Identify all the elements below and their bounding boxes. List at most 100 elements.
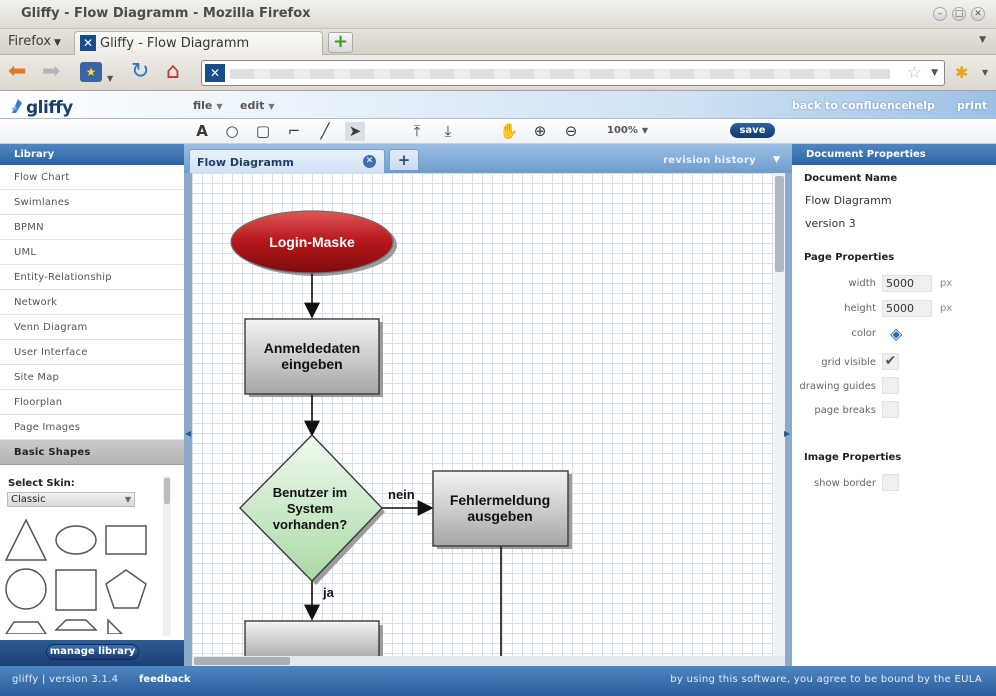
firefox-menu-button[interactable]: Firefox ▼	[8, 34, 61, 49]
show-border-checkbox[interactable]	[882, 474, 899, 491]
library-item-user-interface[interactable]: User Interface	[0, 340, 184, 365]
arrow-shape[interactable]	[107, 618, 124, 634]
minimize-icon[interactable]: –	[933, 7, 947, 21]
text-tool-icon[interactable]: A	[192, 122, 212, 141]
shapes-scrollbar[interactable]	[163, 476, 171, 636]
rectangle-shape[interactable]	[105, 525, 147, 555]
shapes-scrollbar-thumb[interactable]	[164, 478, 170, 504]
forward-arrow-icon[interactable]: ➡	[42, 61, 60, 83]
pan-hand-icon[interactable]: ✋	[499, 122, 519, 141]
save-button[interactable]: save	[730, 123, 775, 138]
library-item-network[interactable]: Network	[0, 290, 184, 315]
close-tab-icon[interactable]: ✕	[363, 155, 376, 168]
close-icon[interactable]: ✕	[971, 7, 985, 21]
addon-bug-icon[interactable]: ✱	[955, 63, 968, 82]
eula-text[interactable]: by using this software, you agree to be …	[670, 674, 982, 685]
zoom-select[interactable]: 100% ▼	[607, 125, 648, 136]
drawing-guides-checkbox[interactable]	[882, 377, 899, 394]
library-item-page-images[interactable]: Page Images	[0, 415, 184, 440]
height-input[interactable]: 5000	[882, 300, 932, 317]
new-tab-button[interactable]: +	[328, 32, 353, 53]
url-bar[interactable]: ✕ ☆ ▼	[201, 60, 945, 86]
reload-icon[interactable]: ↻	[131, 61, 149, 83]
bring-to-front-icon[interactable]: ⤒	[407, 122, 427, 141]
page-properties-label: Page Properties	[804, 252, 895, 263]
url-dropdown-icon[interactable]: ▼	[931, 68, 938, 78]
square-shape[interactable]	[55, 569, 97, 611]
maximize-icon[interactable]: □	[952, 7, 966, 21]
canvas-horizontal-scrollbar-thumb[interactable]	[194, 657, 290, 665]
revision-history-chevron-icon[interactable]: ▼	[773, 155, 780, 165]
manage-library-button[interactable]: manage library	[46, 644, 139, 660]
zoom-in-icon[interactable]: ⊕	[530, 122, 550, 141]
addon-chevron-icon[interactable]: ▼	[982, 68, 988, 77]
error-message-label-2: ausgeben	[467, 508, 532, 524]
library-item-uml[interactable]: UML	[0, 240, 184, 265]
grid-visible-checkbox[interactable]: ✔	[882, 353, 899, 370]
canvas-horizontal-scrollbar[interactable]	[192, 656, 785, 666]
tab-list-chevron-icon[interactable]: ▼	[979, 35, 986, 45]
help-link[interactable]: help	[908, 99, 935, 112]
feedback-link[interactable]: feedback	[139, 674, 191, 685]
file-menu[interactable]: file ▼	[193, 99, 223, 112]
skin-select[interactable]: Classic ▼	[7, 492, 135, 507]
circle-shape[interactable]	[5, 568, 47, 610]
ellipse-tool-icon[interactable]: ○	[222, 122, 242, 141]
browser-tab-gliffy[interactable]: ✕ Gliffy - Flow Diagramm	[74, 31, 323, 55]
print-link[interactable]: print	[957, 99, 987, 112]
collapse-right-panel-icon[interactable]: ▶	[784, 429, 790, 438]
site-identity-icon: ✕	[205, 64, 225, 82]
library-item-flow-chart[interactable]: Flow Chart	[0, 165, 184, 190]
drawing-guides-label: drawing guides	[799, 381, 876, 392]
pointer-tool-icon[interactable]: ➤	[345, 122, 365, 141]
add-page-button[interactable]: +	[389, 149, 419, 171]
library-item-swimlanes[interactable]: Swimlanes	[0, 190, 184, 215]
document-tab[interactable]: Flow Diagramm ✕	[189, 149, 385, 173]
octagon-shape[interactable]	[54, 619, 98, 631]
library-item-basic-shapes[interactable]: Basic Shapes	[0, 440, 184, 465]
width-unit: px	[940, 278, 953, 289]
library-item-site-map[interactable]: Site Map	[0, 365, 184, 390]
home-icon[interactable]: ⌂	[166, 61, 180, 83]
bookmarks-star-icon[interactable]: ★	[80, 62, 102, 82]
gliffy-logo-icon	[11, 99, 22, 113]
page-breaks-checkbox[interactable]	[882, 401, 899, 418]
rectangle-tool-icon[interactable]: ▢	[253, 122, 273, 141]
send-to-back-icon[interactable]: ⤓	[438, 122, 458, 141]
connector-tool-icon[interactable]: ⌐	[284, 122, 304, 141]
width-label: width	[848, 278, 876, 289]
canvas-vertical-scrollbar[interactable]	[774, 173, 785, 656]
canvas-vertical-scrollbar-thumb[interactable]	[775, 176, 784, 272]
back-arrow-icon[interactable]: ⬅	[8, 61, 26, 83]
library-item-bpmn[interactable]: BPMN	[0, 215, 184, 240]
back-to-confluence-link[interactable]: back to confluence	[792, 99, 909, 112]
bookmarks-chevron-icon[interactable]: ▼	[107, 68, 113, 90]
edit-menu[interactable]: edit ▼	[240, 99, 275, 112]
next-step-box[interactable]	[244, 620, 380, 656]
page-breaks-label: page breaks	[814, 405, 876, 416]
document-properties-header: Document Properties	[792, 144, 996, 165]
hexagon-shape[interactable]	[5, 621, 47, 634]
triangle-shape[interactable]	[4, 518, 48, 561]
library-item-floorplan[interactable]: Floorplan	[0, 390, 184, 415]
skin-label: Select Skin:	[8, 478, 75, 489]
edit-menu-label: edit	[240, 99, 265, 112]
document-name-label: Document Name	[804, 173, 898, 184]
document-name-value[interactable]: Flow Diagramm	[805, 194, 892, 207]
chevron-down-icon: ▼	[124, 495, 131, 504]
width-input[interactable]: 5000	[882, 275, 932, 292]
collapse-left-panel-icon[interactable]: ◀	[185, 429, 191, 438]
bookmark-star-icon[interactable]: ☆	[907, 63, 922, 83]
show-border-label: show border	[813, 478, 876, 489]
revision-history-link[interactable]: revision history	[663, 155, 756, 166]
ellipse-shape[interactable]	[55, 525, 97, 555]
paint-bucket-icon[interactable]: ◈	[890, 324, 902, 343]
zoom-out-icon[interactable]: ⊖	[561, 122, 581, 141]
pentagon-shape[interactable]	[105, 569, 147, 609]
library-item-entity-relationship[interactable]: Entity-Relationship	[0, 265, 184, 290]
library-item-venn-diagram[interactable]: Venn Diagram	[0, 315, 184, 340]
line-tool-icon[interactable]: ╱	[315, 122, 335, 141]
version-text: gliffy | version 3.1.4	[12, 674, 119, 685]
diagram-canvas[interactable]: Login-Maske Anmeldedaten eingeben Benutz…	[192, 173, 774, 656]
skin-select-value: Classic	[11, 494, 46, 505]
